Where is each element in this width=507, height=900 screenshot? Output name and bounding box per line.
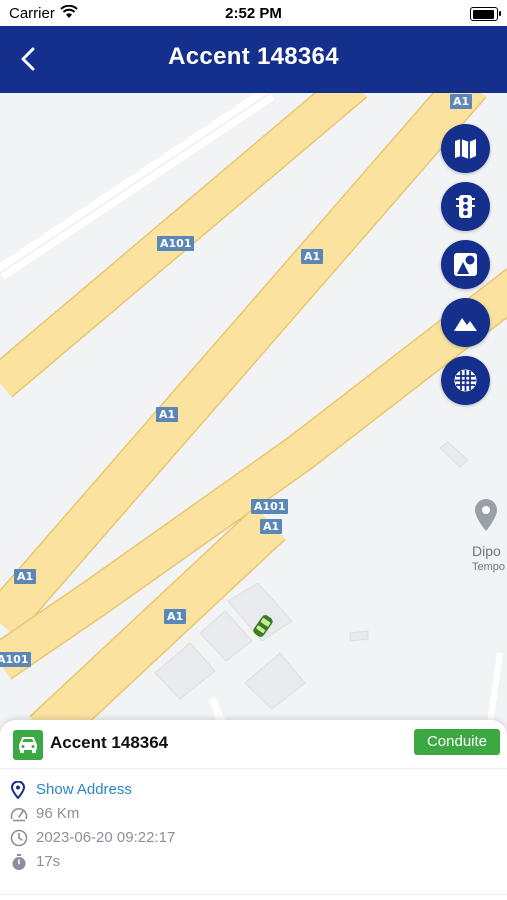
road-label: A1 [14, 569, 37, 584]
location-pin-icon [10, 781, 26, 799]
road-label: A1 [450, 94, 473, 109]
duration-value: 17s [36, 853, 61, 870]
vehicle-header: Accent 148364 Conduite [0, 720, 507, 769]
page-title: Accent 148364 [168, 43, 339, 70]
timestamp-value: 2023-06-20 09:22:17 [36, 829, 176, 846]
clock-icon [10, 829, 28, 847]
poi-pin-icon[interactable] [472, 498, 500, 537]
map-type-button[interactable] [441, 124, 490, 173]
road-label: A1 [156, 407, 179, 422]
road-label: A1 [260, 519, 283, 534]
stopwatch-icon [12, 854, 26, 870]
road-label: A1 [164, 609, 187, 624]
show-address-label[interactable]: Show Address [36, 781, 132, 798]
speed-value: 96 Km [36, 805, 80, 822]
road-label: A101 [157, 236, 195, 251]
terrain-layer-button[interactable] [441, 298, 490, 347]
speedometer-icon [10, 808, 28, 822]
shapes-layer-button[interactable] [441, 240, 490, 289]
terrain-icon [454, 318, 477, 331]
road-label: A101 [0, 652, 32, 667]
clock: 2:52 PM [225, 5, 282, 22]
battery-icon [470, 7, 501, 21]
grid-icon [454, 369, 477, 392]
shapes-icon [454, 253, 477, 276]
navigation-bar: Accent 148364 [0, 26, 507, 93]
poi-subtitle: Tempo [472, 561, 506, 573]
grid-layer-button[interactable] [441, 356, 490, 405]
map-icon [455, 139, 476, 159]
vehicle-marker-icon[interactable] [252, 613, 274, 644]
car-icon [13, 730, 43, 760]
vehicle-info-panel: Accent 148364 Conduite Show Address 96 K… [0, 720, 507, 900]
traffic-layer-button[interactable] [441, 182, 490, 231]
poi-label: Dipo Tempo [472, 543, 505, 575]
divider [0, 894, 507, 895]
status-bar: Carrier 2:52 PM [0, 0, 507, 26]
poi-name: Dipo [472, 543, 501, 559]
road-label: A101 [251, 499, 289, 514]
status-badge: Conduite [414, 729, 500, 755]
road-label: A1 [301, 249, 324, 264]
traffic-light-icon [456, 195, 475, 218]
map-view[interactable]: A1 A101 A1 A1 A101 A1 A1 A1 A101 Dipo Te… [0, 93, 507, 723]
vehicle-name: Accent 148364 [50, 733, 169, 752]
